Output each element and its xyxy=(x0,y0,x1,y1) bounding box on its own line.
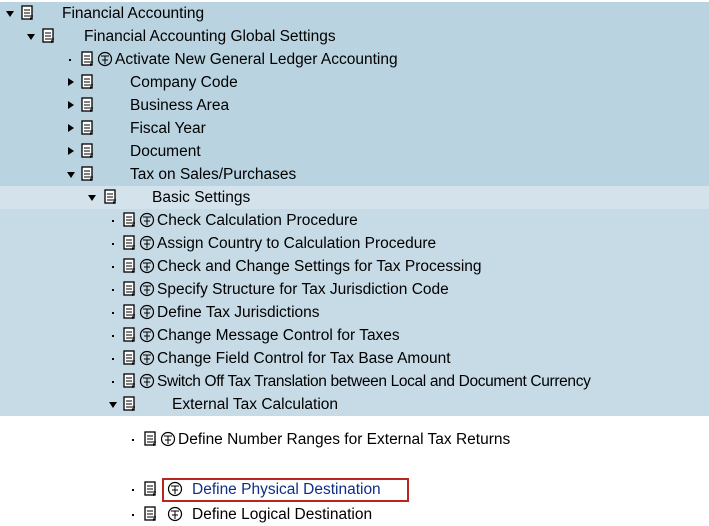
tree-node-company-code[interactable]: Company Code xyxy=(0,71,709,94)
tree-node-label: Check Calculation Procedure xyxy=(157,212,358,229)
structure-node-icon xyxy=(144,478,160,501)
img-activity-icon[interactable] xyxy=(139,255,155,278)
tree-node-label: Change Message Control for Taxes xyxy=(157,327,400,344)
structure-node-icon xyxy=(144,428,160,451)
img-activity-icon[interactable] xyxy=(167,478,183,501)
triangle-right-icon[interactable] xyxy=(67,71,77,94)
leaf-bullet xyxy=(112,370,116,393)
tree-node-label: Switch Off Tax Translation between Local… xyxy=(157,373,591,390)
tree-node-tax-on-sales[interactable]: Tax on Sales/Purchases xyxy=(0,163,709,186)
tree-node-label: Business Area xyxy=(130,97,230,114)
tree-node-number-ranges[interactable]: Define Number Ranges for External Tax Re… xyxy=(0,428,709,451)
structure-node-icon xyxy=(123,255,139,278)
structure-node-icon xyxy=(123,278,139,301)
structure-node-icon xyxy=(123,347,139,370)
tree-node-change-field-control[interactable]: Change Field Control for Tax Base Amount xyxy=(0,347,709,370)
tree-node-label[interactable]: Define Physical Destination xyxy=(192,478,381,501)
tree-node-label: Change Field Control for Tax Base Amount xyxy=(157,350,451,367)
tree-node-basic-settings[interactable]: Basic Settings xyxy=(0,186,709,209)
tree-node-switch-off-translation[interactable]: Switch Off Tax Translation between Local… xyxy=(0,370,709,393)
tree-node-label: Document xyxy=(130,143,201,160)
tree-node-change-message-control[interactable]: Change Message Control for Taxes xyxy=(0,324,709,347)
leaf-bullet xyxy=(112,209,116,232)
tree-node-fiscal-year[interactable]: Fiscal Year xyxy=(0,117,709,140)
tree-node-label: Define Number Ranges for External Tax Re… xyxy=(178,431,511,448)
structure-node-icon xyxy=(123,393,139,416)
tree-node-global-settings[interactable]: Financial Accounting Global Settings xyxy=(0,25,709,48)
tree-node-label: External Tax Calculation xyxy=(172,396,338,413)
img-activity-icon[interactable] xyxy=(139,347,155,370)
triangle-down-icon[interactable] xyxy=(67,163,77,186)
img-activity-icon[interactable] xyxy=(167,503,183,526)
tree-node-label: Check and Change Settings for Tax Proces… xyxy=(157,258,482,275)
img-structure-tree: Financial Accounting Financial Accountin… xyxy=(0,0,709,526)
img-activity-icon[interactable] xyxy=(139,278,155,301)
tree-node-logical-destination[interactable]: Define Logical Destination xyxy=(0,503,709,526)
leaf-bullet xyxy=(112,232,116,255)
structure-node-icon xyxy=(81,71,97,94)
img-activity-icon[interactable] xyxy=(160,428,176,451)
img-activity-icon[interactable] xyxy=(139,301,155,324)
triangle-down-icon[interactable] xyxy=(88,186,98,209)
structure-node-icon xyxy=(81,117,97,140)
structure-node-icon xyxy=(123,324,139,347)
img-activity-icon[interactable] xyxy=(139,209,155,232)
triangle-down-icon[interactable] xyxy=(27,25,37,48)
leaf-bullet xyxy=(112,324,116,347)
structure-node-icon xyxy=(123,209,139,232)
structure-node-icon xyxy=(123,301,139,324)
tree-node-label: Activate New General Ledger Accounting xyxy=(115,51,398,68)
tree-node-label: Fiscal Year xyxy=(130,120,206,137)
structure-node-icon xyxy=(81,163,97,186)
tree-node-activate-ngl[interactable]: Activate New General Ledger Accounting xyxy=(0,48,709,71)
structure-node-icon xyxy=(21,2,37,25)
triangle-down-icon[interactable] xyxy=(109,393,119,416)
leaf-bullet xyxy=(112,255,116,278)
img-activity-icon[interactable] xyxy=(139,370,155,393)
tree-node-financial-accounting[interactable]: Financial Accounting xyxy=(0,2,709,25)
structure-node-icon xyxy=(81,140,97,163)
tree-node-document[interactable]: Document xyxy=(0,140,709,163)
structure-node-icon xyxy=(123,232,139,255)
tree-node-assign-country[interactable]: Assign Country to Calculation Procedure xyxy=(0,232,709,255)
leaf-bullet xyxy=(132,503,136,526)
tree-node-check-change-settings[interactable]: Check and Change Settings for Tax Proces… xyxy=(0,255,709,278)
leaf-bullet xyxy=(69,48,73,71)
tree-node-check-calc-procedure[interactable]: Check Calculation Procedure xyxy=(0,209,709,232)
tree-node-label: Company Code xyxy=(130,74,238,91)
triangle-right-icon[interactable] xyxy=(67,140,77,163)
tree-node-label: Financial Accounting xyxy=(62,5,205,22)
triangle-right-icon[interactable] xyxy=(67,117,77,140)
leaf-bullet xyxy=(112,347,116,370)
leaf-bullet xyxy=(112,278,116,301)
tree-node-external-tax-calc[interactable]: External Tax Calculation xyxy=(0,393,709,416)
tree-node-label: Define Tax Jurisdictions xyxy=(157,304,320,321)
triangle-down-icon[interactable] xyxy=(6,2,16,25)
triangle-right-icon[interactable] xyxy=(67,94,77,117)
structure-node-icon xyxy=(42,25,58,48)
structure-node-icon xyxy=(104,186,120,209)
img-activity-icon[interactable] xyxy=(139,232,155,255)
structure-node-icon xyxy=(123,370,139,393)
tree-node-business-area[interactable]: Business Area xyxy=(0,94,709,117)
tree-node-label: Assign Country to Calculation Procedure xyxy=(157,235,437,252)
leaf-bullet xyxy=(112,301,116,324)
structure-node-icon xyxy=(81,94,97,117)
tree-node-physical-destination[interactable]: Define Physical Destination xyxy=(0,478,709,501)
tree-node-label: Specify Structure for Tax Jurisdiction C… xyxy=(157,281,449,298)
img-activity-icon[interactable] xyxy=(97,48,113,71)
tree-node-define-jurisdictions[interactable]: Define Tax Jurisdictions xyxy=(0,301,709,324)
tree-node-specify-structure[interactable]: Specify Structure for Tax Jurisdiction C… xyxy=(0,278,709,301)
tree-node-label: Tax on Sales/Purchases xyxy=(130,166,297,183)
img-activity-icon[interactable] xyxy=(139,324,155,347)
tree-node-label: Financial Accounting Global Settings xyxy=(84,28,336,45)
tree-node-label: Basic Settings xyxy=(152,189,251,206)
structure-node-icon xyxy=(144,503,160,526)
structure-node-icon xyxy=(81,48,97,71)
leaf-bullet xyxy=(132,478,136,501)
tree-node-label: Define Logical Destination xyxy=(192,506,373,523)
leaf-bullet xyxy=(132,428,136,451)
